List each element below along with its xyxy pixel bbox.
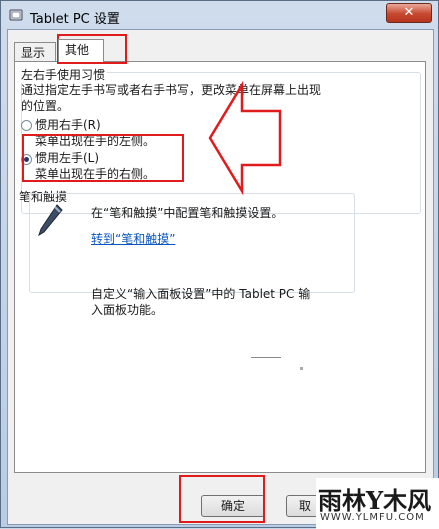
- window-title: Tablet PC 设置: [30, 12, 120, 27]
- dialog-window: Tablet PC 设置 ✕ 显示 其他 左右手使用习惯 通过指定左手书写或者右…: [0, 0, 439, 529]
- input-panel-mark-dot: [300, 367, 303, 370]
- close-button[interactable]: ✕: [386, 3, 432, 23]
- input-panel-line2: 入面板功能。: [91, 303, 164, 317]
- annotation-arrow: [208, 81, 282, 196]
- title-bar: Tablet PC 设置 ✕: [1, 1, 438, 29]
- input-panel-line1: 自定义“输入面板设置”中的 Tablet PC 输: [91, 287, 311, 301]
- tab-display[interactable]: 显示: [14, 42, 56, 61]
- watermark-main-text: 雨林Y木风: [318, 486, 432, 515]
- right-hand-label[interactable]: 惯用右手(R): [35, 117, 101, 133]
- right-hand-radio[interactable]: [21, 120, 32, 131]
- pen-and-touch-link[interactable]: 转到“笔和触摸”: [91, 230, 175, 247]
- handedness-group-label: 左右手使用习惯: [19, 66, 108, 83]
- input-panel-mark: [251, 357, 281, 358]
- annotation-left-hand-highlight: [22, 134, 184, 182]
- pen-description: 在“笔和触摸”中配置笔和触摸设置。: [91, 206, 284, 220]
- watermark-logo: 雨林Y木风 WWW.YLMFU.COM: [316, 478, 439, 529]
- tab-other[interactable]: 其他: [58, 39, 104, 62]
- annotation-ok-highlight: [179, 475, 265, 523]
- watermark-sub-text: WWW.YLMFU.COM: [320, 512, 425, 523]
- pen-icon: [38, 204, 63, 237]
- tablet-pc-icon: [9, 9, 23, 21]
- handedness-description-line2: 的位置。: [21, 99, 70, 113]
